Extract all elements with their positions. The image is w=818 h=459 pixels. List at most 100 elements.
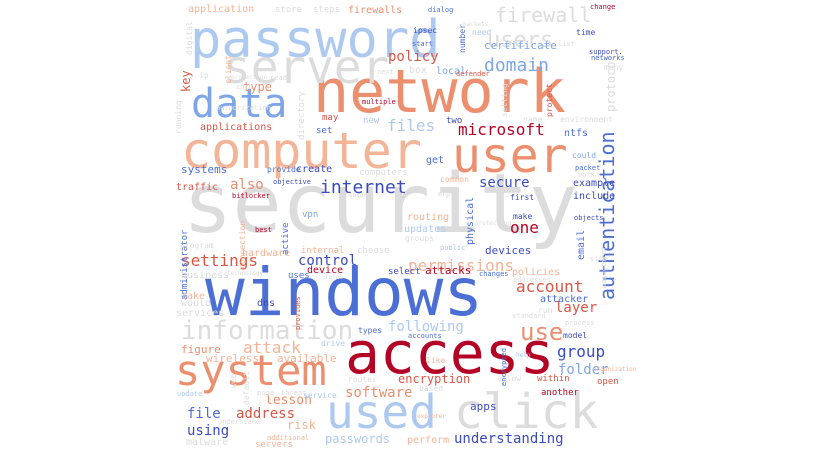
word-business: business bbox=[181, 270, 229, 281]
word-apps: apps bbox=[470, 400, 497, 413]
word-management: management bbox=[600, 246, 608, 288]
word-encrypted: encrypted bbox=[500, 348, 508, 386]
word-dns: dns bbox=[257, 298, 275, 309]
word-application: application bbox=[188, 4, 254, 15]
word-group: group bbox=[557, 342, 605, 361]
word-web: web bbox=[229, 373, 238, 388]
word-traffic: traffic bbox=[176, 182, 218, 193]
word-ensure: ensure bbox=[349, 192, 371, 199]
word-additional: additional bbox=[267, 434, 309, 442]
word-need: need bbox=[472, 28, 491, 37]
word-ntfs: ntfs bbox=[564, 128, 588, 139]
word-explorer: explorer bbox=[417, 413, 446, 420]
word-card: card bbox=[236, 83, 253, 91]
word-time: time bbox=[576, 28, 595, 37]
word-computers: computers bbox=[359, 168, 408, 178]
word-types: types bbox=[358, 326, 382, 335]
word-running: running bbox=[174, 100, 183, 134]
word-technology: technology bbox=[227, 270, 264, 277]
word-roles: roles bbox=[325, 274, 343, 281]
word-start: start bbox=[412, 40, 433, 48]
word-dialog: dialog bbox=[428, 6, 453, 14]
word-set: set bbox=[316, 126, 332, 136]
word-addresses: addresses bbox=[513, 276, 551, 284]
word-directory: directory bbox=[297, 91, 307, 140]
word-store: store bbox=[275, 5, 302, 15]
word-understanding: understanding bbox=[454, 431, 564, 447]
word-applications: applications bbox=[200, 122, 272, 133]
word-number: number bbox=[458, 24, 467, 53]
word-protecting: protecting bbox=[475, 220, 512, 227]
word-devices: devices bbox=[485, 244, 531, 257]
word-update: update bbox=[177, 390, 202, 398]
word-next: next bbox=[377, 68, 394, 76]
word-routing: routing bbox=[407, 212, 449, 223]
word-provides: provides bbox=[294, 296, 302, 330]
word-best: best bbox=[255, 226, 272, 234]
word-available: available bbox=[277, 352, 337, 365]
word-uses: uses bbox=[288, 271, 310, 281]
word-organization: organization bbox=[593, 366, 637, 373]
word-open: open bbox=[597, 377, 619, 387]
word-also: also bbox=[230, 177, 264, 193]
word-defender: defender bbox=[456, 70, 490, 78]
word-internal: internal bbox=[301, 246, 344, 256]
word-public: public bbox=[440, 244, 465, 252]
word-domain: domain bbox=[484, 55, 549, 76]
word-within: within bbox=[537, 374, 570, 384]
word-select: select bbox=[388, 267, 421, 277]
words-layer: securitywindowsaccessnetworkcomputer user… bbox=[174, 3, 637, 450]
word-policy: policy bbox=[388, 49, 439, 65]
word-firewalls: firewalls bbox=[348, 5, 402, 16]
word-another: another bbox=[541, 388, 580, 398]
word-file: file bbox=[187, 406, 221, 422]
word-create: create bbox=[296, 164, 332, 175]
word-process: process bbox=[565, 319, 595, 327]
word-steps: steps bbox=[313, 5, 340, 15]
word-get: get bbox=[426, 155, 444, 166]
word-setting: setting bbox=[500, 83, 509, 117]
word-attacker: attacker bbox=[540, 294, 588, 305]
word-certificate: certificate bbox=[484, 39, 557, 52]
word-service: service bbox=[303, 391, 337, 400]
word-firewall: firewall bbox=[495, 3, 591, 27]
word-changes: changes bbox=[479, 270, 509, 278]
word-passwords: passwords bbox=[325, 432, 390, 446]
word-read: read bbox=[270, 74, 287, 82]
word-help: help bbox=[516, 352, 531, 359]
word-might: might bbox=[438, 191, 456, 198]
word-attacks: attacks bbox=[425, 264, 471, 277]
word-drive: drive bbox=[321, 339, 345, 348]
word-objective: objective bbox=[273, 178, 311, 186]
word-example: example bbox=[573, 178, 615, 189]
word-box: box bbox=[409, 65, 427, 76]
word-email: email bbox=[576, 230, 587, 260]
word-wireless: wireless bbox=[206, 352, 259, 365]
word-choose: choose bbox=[357, 246, 390, 256]
word-default: default bbox=[242, 371, 251, 405]
word-active: active bbox=[281, 222, 291, 255]
word-based: based bbox=[419, 384, 443, 393]
word-name: name bbox=[523, 115, 542, 124]
word-change: change bbox=[590, 3, 615, 11]
word-environment: environment bbox=[560, 115, 613, 124]
word-services: services bbox=[176, 308, 224, 319]
word-risk: risk bbox=[287, 418, 317, 432]
word-multiple: multiple bbox=[362, 98, 396, 106]
word-model: model bbox=[563, 331, 587, 340]
word-common: common bbox=[440, 175, 469, 184]
word-include: include bbox=[573, 191, 615, 202]
word-list: list bbox=[558, 40, 575, 48]
word-understand: understand bbox=[218, 418, 260, 426]
word-make: make bbox=[513, 212, 532, 221]
word-digital: digital bbox=[185, 21, 194, 55]
word-connection: connection bbox=[238, 221, 247, 269]
word-support: support. bbox=[589, 48, 623, 56]
word-two: two bbox=[446, 116, 462, 126]
word-malware: malware bbox=[186, 437, 228, 448]
word-authorization: authorization bbox=[216, 104, 271, 112]
word-bitlocker: bitlocker bbox=[232, 192, 270, 200]
word-provide: provide bbox=[267, 165, 301, 174]
word-ipsec: ipsec bbox=[413, 26, 437, 35]
word-objects: objects bbox=[574, 214, 604, 222]
